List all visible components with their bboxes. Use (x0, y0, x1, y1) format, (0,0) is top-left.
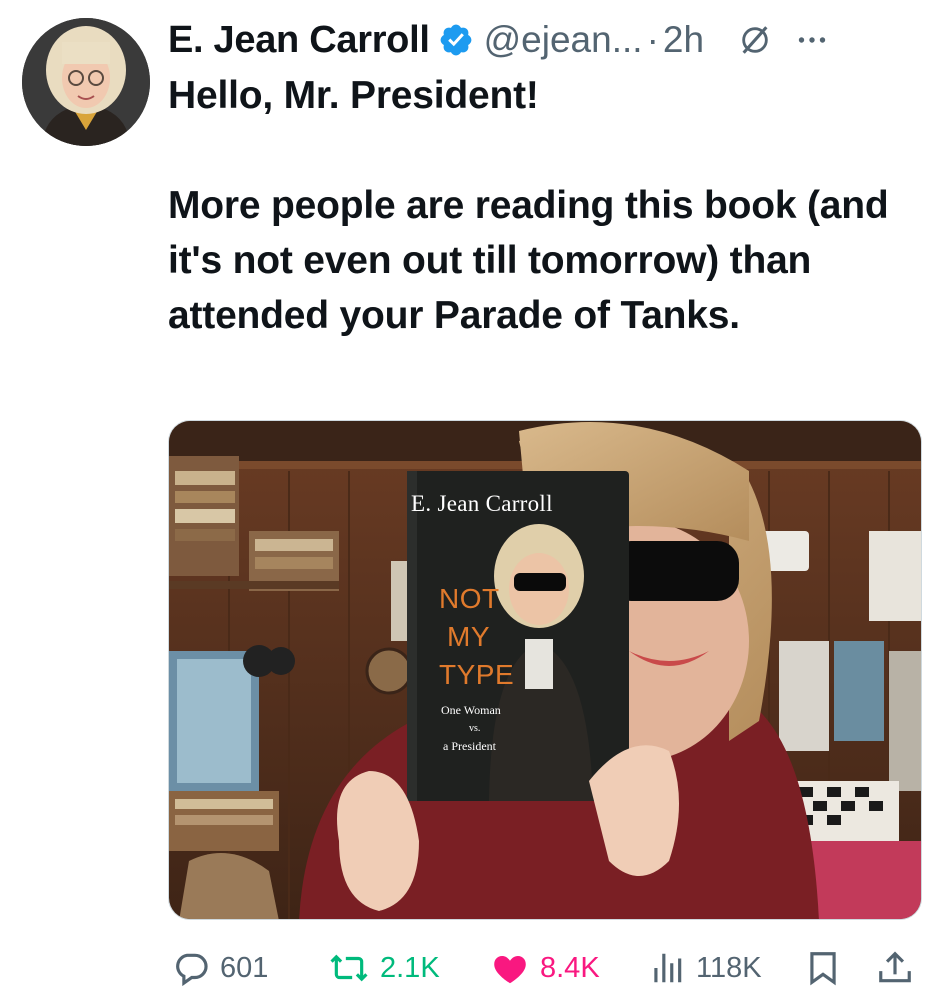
retweet-count: 2.1K (380, 951, 440, 984)
like-button[interactable]: 8.4K (490, 940, 600, 996)
book-title-line: TYPE (439, 659, 515, 690)
retweet-button[interactable]: 2.1K (328, 940, 440, 996)
book-author: E. Jean Carroll (411, 491, 553, 516)
like-icon (490, 949, 530, 987)
views-count: 118K (696, 951, 762, 984)
tweet-photo[interactable]: E. Jean Carroll NOT MY TYPE One Woman vs… (168, 420, 922, 920)
book-subtitle-line: One Woman (441, 703, 501, 717)
bookmark-button[interactable] (804, 940, 842, 996)
like-count: 8.4K (540, 951, 600, 984)
author-name[interactable]: E. Jean Carroll (168, 19, 430, 62)
reply-button[interactable]: 601 (172, 940, 268, 996)
tweet-header: E. Jean Carroll @ejean... · 2h (168, 12, 928, 68)
tweet[interactable]: E. Jean Carroll @ejean... · 2h Hello, Mr… (0, 0, 944, 1000)
book-subtitle-line: vs. (469, 723, 481, 734)
book-title-line: NOT (439, 583, 500, 614)
separator-dot: · (646, 19, 659, 60)
tweet-text: Hello, Mr. President! More people are re… (168, 74, 889, 337)
reply-icon (172, 949, 210, 987)
more-icon[interactable] (794, 22, 830, 58)
book-subtitle-line: a President (443, 739, 496, 753)
tweet-actions: 601 2.1K 8.4K 118K (168, 940, 928, 996)
verified-badge-icon (438, 22, 474, 58)
bookmark-icon (804, 948, 842, 988)
share-icon (876, 948, 914, 988)
views-button[interactable]: 118K (648, 940, 762, 996)
reply-count: 601 (220, 951, 269, 984)
book-title-line: MY (447, 621, 490, 652)
avatar[interactable] (22, 18, 150, 146)
share-button[interactable] (876, 940, 914, 996)
retweet-icon (328, 949, 370, 987)
grok-icon[interactable] (738, 23, 772, 57)
author-handle[interactable]: @ejean... (484, 19, 643, 61)
views-icon (648, 949, 686, 987)
timestamp[interactable]: 2h (663, 19, 704, 61)
